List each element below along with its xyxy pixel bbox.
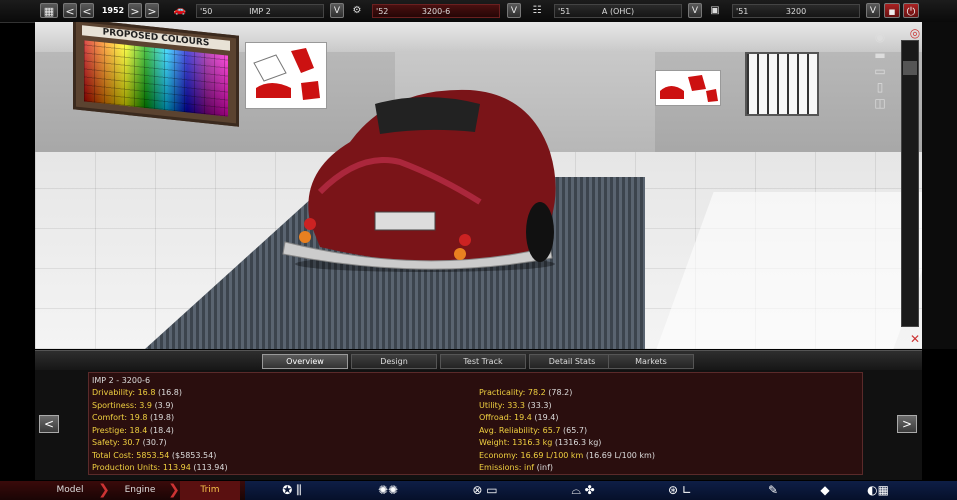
stat-safety: Safety: 30.7 (30.7)	[92, 438, 167, 447]
close-icon[interactable]: ✕	[903, 332, 927, 346]
car-model-3d	[282, 89, 556, 272]
trim-icon: ▣	[710, 5, 720, 16]
engine-icon: ⚙	[352, 5, 362, 16]
chassis-name: A (OHC)	[601, 7, 635, 16]
exit-icon[interactable]: ⏻	[903, 3, 919, 18]
garage-window	[745, 52, 819, 116]
colour-swatches	[84, 40, 228, 117]
garage-viewport[interactable]: PROPOSED COLOURS	[35, 22, 922, 349]
coupe-view-icon[interactable]: ▭	[868, 64, 892, 78]
next-car-button[interactable]: >	[897, 415, 917, 433]
tab-overview[interactable]: Overview	[262, 354, 348, 369]
bottom-tab-model[interactable]: Model	[40, 481, 100, 500]
stat-weight: Weight: 1316.3 kg (1316.3 kg)	[479, 438, 602, 447]
camera-icon[interactable]: ◉	[868, 30, 892, 44]
tab-markets[interactable]: Markets	[608, 354, 694, 369]
stat-sportiness: Sportiness: 3.9 (3.9)	[92, 401, 174, 410]
camera-scrollbar[interactable]	[901, 40, 919, 327]
stat-economy: Economy: 16.69 L/100 km (16.69 L/100 km)	[479, 451, 655, 460]
year-next-button[interactable]: >	[128, 3, 142, 18]
chassis-dropdown-button[interactable]: V	[688, 3, 702, 18]
stat-production-units: Production Units: 113.94 (113.94)	[92, 463, 228, 472]
chassis-icon: ☷	[532, 5, 542, 16]
engine-name: 3200-6	[421, 7, 451, 16]
stat-avg-reliability: Avg. Reliability: 65.7 (65.7)	[479, 426, 588, 435]
trim-name: 3200	[785, 7, 807, 16]
stat-utility: Utility: 33.3 (33.3)	[479, 401, 552, 410]
engine-dropdown-button[interactable]: V	[507, 3, 521, 18]
year-prev-button[interactable]: <	[80, 3, 94, 18]
info-tabs: Overview Design Test Track Detail Stats …	[35, 350, 922, 371]
sedan-view-icon[interactable]: ▬	[868, 48, 892, 62]
engine-field[interactable]: '52 3200-6	[372, 4, 500, 18]
finish-flag-icon[interactable]: ◐▦	[858, 481, 898, 500]
van-view-icon[interactable]: ◫	[868, 96, 892, 110]
current-year: 1952	[101, 6, 125, 15]
car-model-icon: 🚗	[173, 5, 187, 16]
save-icon[interactable]: ▪	[884, 3, 900, 18]
body-aero-icon[interactable]: ⌓ ✤	[548, 481, 618, 500]
test-icon[interactable]: ◆	[815, 481, 835, 500]
scrollbar-thumb[interactable]	[903, 61, 917, 75]
stat-practicality: Practicality: 78.2 (78.2)	[479, 388, 573, 397]
calendar-icon[interactable]: ▦	[40, 3, 58, 18]
stat-offroad: Offroad: 19.4 (19.4)	[479, 413, 559, 422]
stats-panel: IMP 2 - 3200-6 Drivability: 16.8 (16.8) …	[88, 372, 863, 475]
stat-drivability: Drivability: 16.8 (16.8)	[92, 388, 183, 397]
trim-dropdown-button[interactable]: V	[866, 3, 880, 18]
wheels-icon[interactable]: ✺✺	[368, 481, 408, 500]
proposed-colours-poster: PROPOSED COLOURS	[73, 22, 239, 127]
tab-design[interactable]: Design	[351, 354, 437, 369]
truck-view-icon[interactable]: ▯	[868, 80, 892, 94]
car-model-field[interactable]: '50 IMP 2	[196, 4, 324, 18]
chevron-right-icon: ❯	[168, 482, 180, 498]
stat-prestige: Prestige: 18.4 (18.4)	[92, 426, 174, 435]
stats-title: IMP 2 - 3200-6	[92, 376, 151, 385]
bottom-tab-trim[interactable]: Trim	[180, 481, 240, 500]
stat-comfort: Comfort: 19.8 (19.8)	[92, 413, 175, 422]
tab-test-track[interactable]: Test Track	[440, 354, 526, 369]
paint-icon[interactable]: ✎	[763, 481, 783, 500]
viewport-side-rail	[922, 22, 957, 349]
chassis-suspension-icon[interactable]: ✪ ⫼	[272, 481, 312, 500]
prev-car-button[interactable]: <	[39, 415, 59, 433]
car-model-name: IMP 2	[249, 7, 271, 16]
stat-emissions: Emissions: inf (inf)	[479, 463, 554, 472]
year-next-fast-button[interactable]: >	[145, 3, 159, 18]
brakes-exhaust-icon[interactable]: ⊗ ▭	[460, 481, 510, 500]
top-toolbar: ▦ < < 1952 > > 🚗 '50 IMP 2 V ⚙ '52 3200-…	[0, 0, 957, 23]
car-model-dropdown-button[interactable]: V	[330, 3, 344, 18]
bottom-tab-engine[interactable]: Engine	[110, 481, 170, 500]
year-prev-fast-button[interactable]: <	[63, 3, 77, 18]
chevron-right-icon: ❯	[98, 482, 110, 498]
trim-field[interactable]: '51 3200	[732, 4, 860, 18]
interior-icon[interactable]: ⊛ ∟	[660, 481, 700, 500]
car-sketch-poster-2	[655, 70, 721, 106]
tab-detail-stats[interactable]: Detail Stats	[529, 354, 615, 369]
eye-icon[interactable]: ◎	[903, 26, 927, 40]
stat-total-cost: Total Cost: 5853.54 ($5853.54)	[92, 451, 217, 460]
chassis-field[interactable]: '51 A (OHC)	[554, 4, 682, 18]
